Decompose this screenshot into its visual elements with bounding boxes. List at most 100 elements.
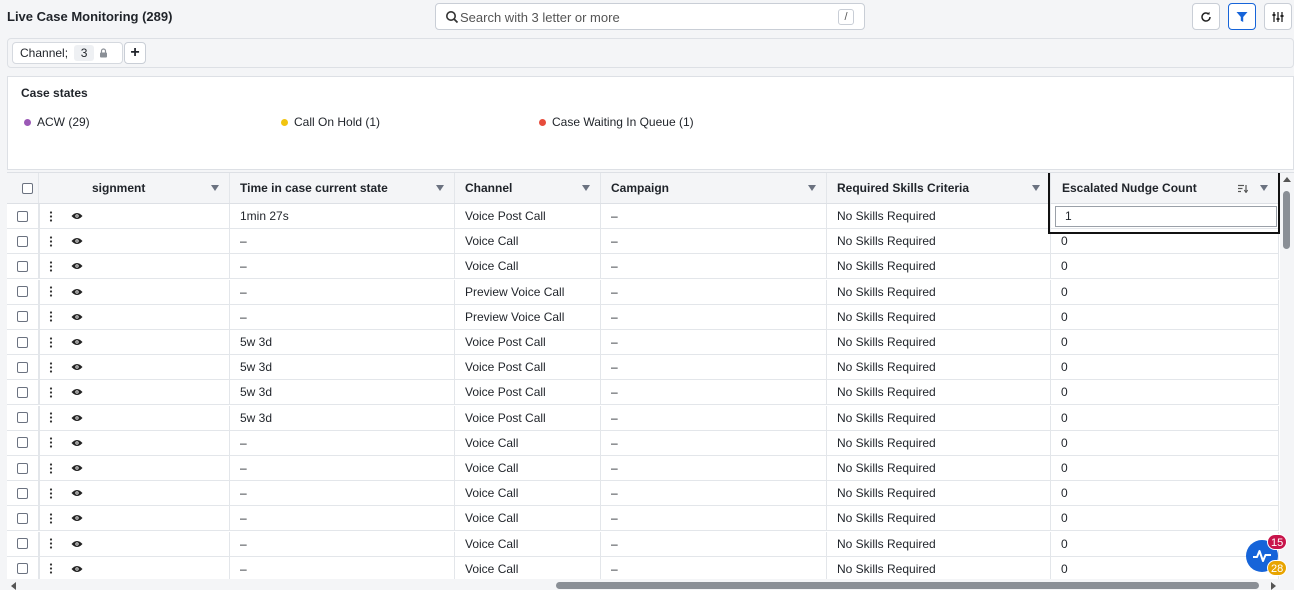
row-checkbox[interactable] [17, 210, 28, 222]
column-settings-button[interactable] [1264, 3, 1292, 30]
more-actions-icon[interactable] [49, 236, 53, 247]
time-cell: – [230, 430, 455, 455]
scroll-left-icon[interactable] [11, 582, 16, 590]
assignment-cell [92, 330, 230, 354]
more-actions-icon[interactable] [49, 286, 53, 297]
row-checkbox[interactable] [17, 286, 28, 298]
row-checkbox[interactable] [17, 260, 28, 272]
search-box[interactable]: / [435, 3, 865, 30]
vertical-scrollbar[interactable] [1280, 173, 1294, 590]
more-actions-icon[interactable] [49, 387, 53, 398]
row-checkbox[interactable] [17, 538, 28, 550]
table-row[interactable]: 5w 3d Voice Post Call – No Skills Required 0 [7, 355, 1279, 381]
horizontal-scrollbar[interactable] [7, 579, 1280, 590]
column-menu-icon[interactable] [1260, 185, 1268, 191]
table-row[interactable]: – Preview Voice Call – No Skills Required 0 [7, 279, 1279, 305]
table-row[interactable]: – Voice Call – No Skills Required 0 [7, 456, 1279, 481]
eye-icon[interactable] [71, 388, 83, 396]
more-actions-icon[interactable] [49, 488, 53, 499]
column-menu-icon[interactable] [436, 185, 444, 191]
table-row[interactable]: – Voice Call – No Skills Required 0 [7, 229, 1279, 255]
row-checkbox[interactable] [17, 235, 28, 247]
more-actions-icon[interactable] [49, 563, 53, 574]
select-all-checkbox[interactable] [22, 182, 33, 194]
table-row[interactable]: 5w 3d Voice Post Call – No Skills Required 0 [7, 405, 1279, 431]
more-actions-icon[interactable] [49, 311, 53, 322]
eye-icon[interactable] [71, 464, 83, 472]
column-menu-icon[interactable] [808, 185, 816, 191]
row-checkbox[interactable] [17, 512, 28, 524]
table-row[interactable]: – Voice Call – No Skills Required 0 [7, 481, 1279, 507]
table-row[interactable]: 1min 27s Voice Post Call – No Skills Requir… [7, 204, 1279, 229]
campaign-cell: – [601, 456, 827, 480]
eye-icon[interactable] [71, 338, 83, 346]
scroll-right-icon[interactable] [1271, 582, 1276, 590]
column-menu-icon[interactable] [1032, 185, 1040, 191]
table-row[interactable]: 5w 3d Voice Post Call – No Skills Required 0 [7, 330, 1279, 355]
eye-icon[interactable] [71, 540, 83, 548]
sort-icon[interactable] [1238, 184, 1248, 193]
row-checkbox[interactable] [17, 311, 28, 323]
eye-icon[interactable] [71, 514, 83, 522]
table-row[interactable]: 5w 3d Voice Post Call – No Skills Required 0 [7, 380, 1279, 406]
column-header-escalated-nudge[interactable]: Escalated Nudge Count [1051, 173, 1279, 203]
eye-icon[interactable] [71, 212, 83, 220]
more-actions-icon[interactable] [49, 513, 53, 524]
column-header-time[interactable]: Time in case current state [230, 173, 455, 203]
add-filter-button[interactable]: + [124, 42, 146, 64]
table-row[interactable]: – Preview Voice Call – No Skills Required 0 [7, 304, 1279, 330]
eye-icon[interactable] [71, 262, 83, 270]
more-actions-icon[interactable] [49, 210, 53, 222]
more-actions-icon[interactable] [49, 336, 53, 348]
eye-icon[interactable] [71, 489, 83, 497]
more-actions-icon[interactable] [49, 437, 53, 448]
column-header-assignment[interactable]: signment [92, 173, 230, 203]
filter-button[interactable] [1228, 3, 1256, 30]
row-checkbox[interactable] [17, 336, 28, 348]
nudge-cell[interactable]: 1 [1051, 204, 1279, 228]
eye-icon[interactable] [71, 237, 83, 245]
eye-icon[interactable] [71, 439, 83, 447]
more-actions-icon[interactable] [49, 362, 53, 373]
channel-filter-chip[interactable]: Channel; 3 [12, 42, 123, 64]
column-header-channel[interactable]: Channel [455, 173, 601, 203]
column-title: Time in case current state [240, 181, 388, 195]
table-row[interactable]: – Voice Call – No Skills Required 0 [7, 531, 1279, 557]
eye-icon[interactable] [71, 288, 83, 296]
state-case-waiting[interactable]: Case Waiting In Queue (1) [539, 115, 694, 129]
state-acw[interactable]: ACW (29) [24, 115, 90, 129]
more-actions-icon[interactable] [49, 538, 53, 549]
column-menu-icon[interactable] [582, 185, 590, 191]
eye-icon[interactable] [71, 363, 83, 371]
horizontal-scroll-thumb[interactable] [556, 582, 1259, 589]
scroll-up-icon[interactable] [1283, 177, 1291, 182]
nudge-edit-field[interactable]: 1 [1055, 206, 1277, 227]
assignment-cell [92, 229, 230, 254]
table-row[interactable]: – Voice Call – No Skills Required 0 [7, 254, 1279, 280]
row-checkbox[interactable] [17, 462, 28, 474]
more-actions-icon[interactable] [49, 462, 53, 474]
row-checkbox[interactable] [17, 361, 28, 373]
row-checkbox[interactable] [17, 412, 28, 424]
row-checkbox[interactable] [17, 437, 28, 449]
column-header-skills[interactable]: Required Skills Criteria [827, 173, 1051, 203]
assignment-cell [92, 556, 230, 581]
status-dot [539, 118, 546, 126]
search-input[interactable] [460, 8, 820, 26]
row-checkbox[interactable] [17, 563, 28, 575]
row-checkbox[interactable] [17, 386, 28, 398]
more-actions-icon[interactable] [49, 412, 53, 423]
state-call-on-hold[interactable]: Call On Hold (1) [281, 115, 380, 129]
refresh-button[interactable] [1192, 3, 1220, 30]
column-header-campaign[interactable]: Campaign [601, 173, 827, 203]
more-actions-icon[interactable] [49, 261, 53, 272]
vertical-scroll-thumb[interactable] [1283, 191, 1290, 249]
eye-icon[interactable] [71, 565, 83, 573]
eye-icon[interactable] [71, 414, 83, 422]
eye-icon[interactable] [71, 313, 83, 321]
table-row[interactable]: – Voice Call – No Skills Required 0 [7, 430, 1279, 456]
row-checkbox[interactable] [17, 487, 28, 499]
table-row[interactable]: – Voice Call – No Skills Required 0 [7, 506, 1279, 532]
column-menu-icon[interactable] [211, 185, 219, 191]
row-actions-cell [39, 531, 92, 556]
